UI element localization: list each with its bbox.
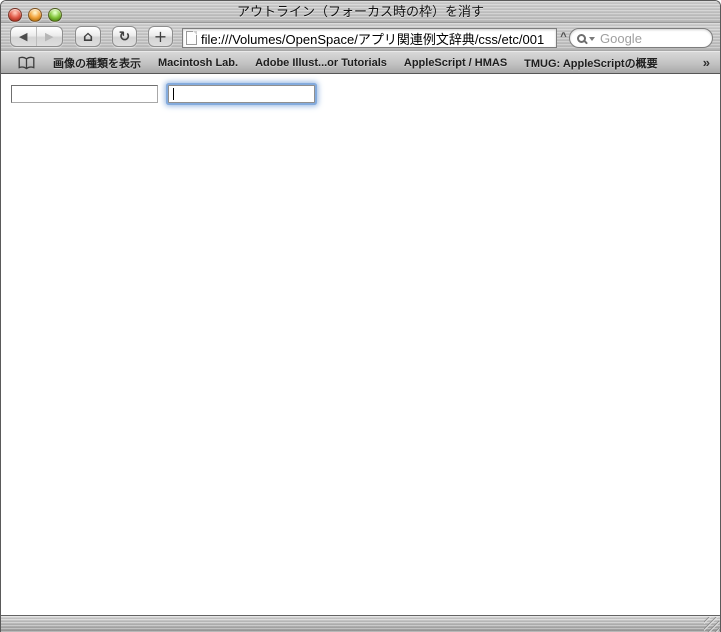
address-bar[interactable] — [182, 28, 557, 48]
focused-field-wrapper — [167, 84, 316, 104]
plus-icon: + — [153, 27, 168, 46]
bookmark-item[interactable]: Macintosh Lab. — [158, 57, 238, 69]
add-bookmark-button[interactable]: + — [148, 26, 173, 47]
reload-icon: ↻ — [118, 28, 131, 45]
back-button[interactable]: ◀ — [11, 27, 37, 46]
toolbar: ◀ ▶ ⌂ ↻ + ^ — [1, 23, 720, 51]
home-button[interactable]: ⌂ — [75, 26, 101, 47]
forward-button[interactable]: ▶ — [37, 27, 62, 46]
title-bar[interactable]: アウトライン（フォーカス時の枠）を消す — [1, 1, 720, 23]
bookmark-item[interactable]: Adobe Illust...or Tutorials — [255, 57, 387, 69]
resize-handle[interactable] — [704, 617, 719, 632]
bookmark-item[interactable]: AppleScript / HMAS — [404, 57, 507, 69]
bookmarks-bar: 画像の種類を表示 Macintosh Lab. Adobe Illust...o… — [1, 51, 720, 74]
bookmarks-book-icon[interactable] — [17, 56, 36, 70]
forward-arrow-icon: ▶ — [45, 30, 54, 43]
text-cursor-caret — [173, 88, 174, 100]
search-input[interactable] — [595, 30, 720, 46]
nav-capsule: ◀ ▶ — [10, 26, 63, 47]
bookmark-item[interactable]: TMUG: AppleScriptの概要 — [524, 55, 657, 71]
text-field-focused[interactable] — [168, 85, 315, 103]
back-arrow-icon: ◀ — [19, 30, 28, 43]
browser-window: アウトライン（フォーカス時の枠）を消す ◀ ▶ ⌂ ↻ + ^ — [0, 0, 721, 632]
home-icon: ⌂ — [82, 28, 94, 45]
bookmarks-overflow-chevron-icon[interactable]: » — [703, 55, 710, 70]
bookmark-item[interactable]: 画像の種類を表示 — [53, 55, 141, 71]
page-content — [1, 74, 720, 615]
text-field-unfocused[interactable] — [11, 85, 158, 103]
status-bar — [1, 615, 720, 632]
field-divider-caret-icon: ^ — [560, 31, 567, 43]
address-input[interactable] — [201, 29, 556, 47]
window-title: アウトライン（フォーカス時の枠）を消す — [236, 4, 484, 19]
magnifier-icon — [577, 33, 586, 43]
google-search-field[interactable] — [569, 28, 720, 48]
page-document-icon — [186, 31, 197, 45]
reload-button[interactable]: ↻ — [112, 26, 137, 47]
